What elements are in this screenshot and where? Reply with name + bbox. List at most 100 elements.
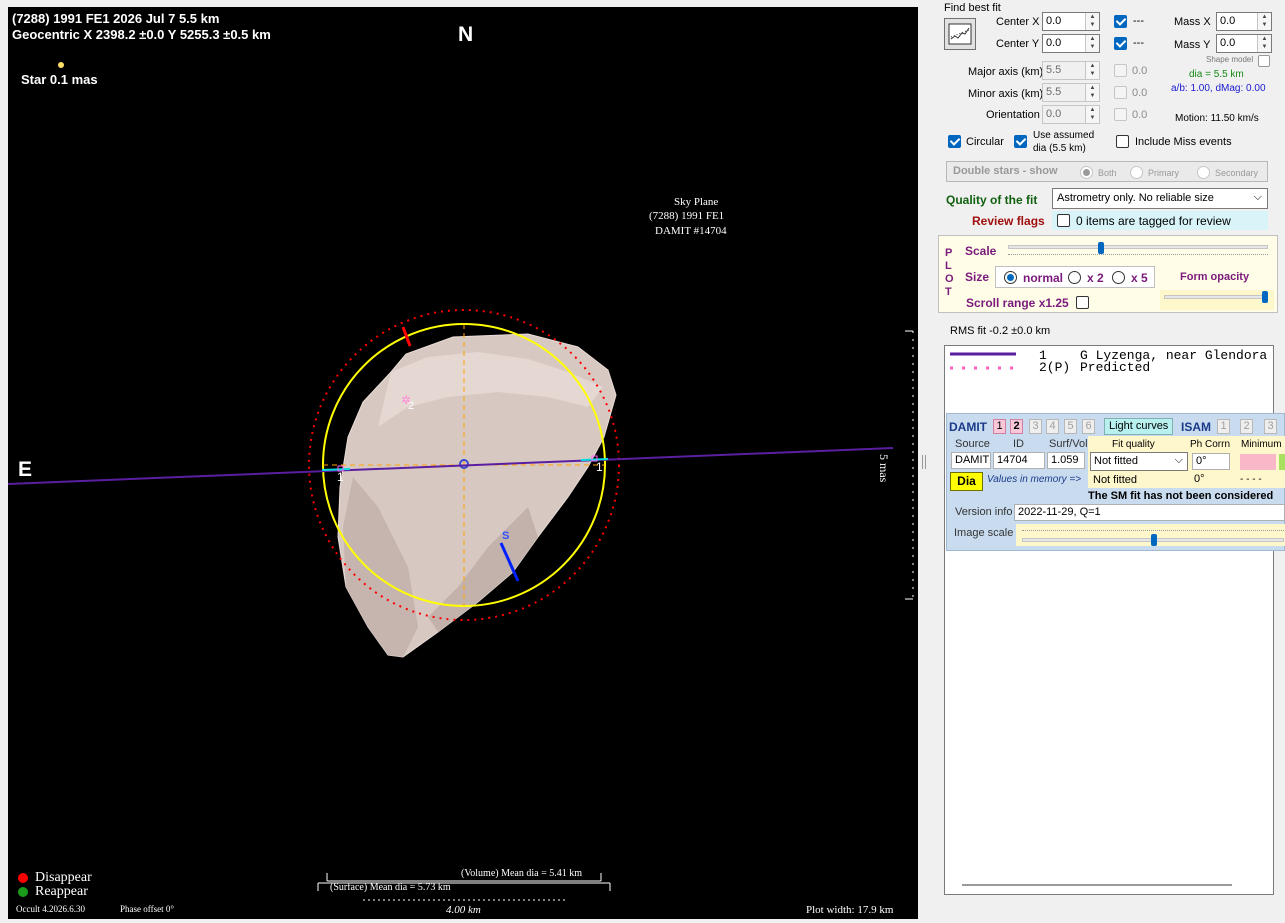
size-normal-label: normal <box>1023 271 1064 285</box>
review-flags-checkbox[interactable] <box>1057 214 1070 227</box>
form-opacity-thumb[interactable] <box>1262 291 1268 303</box>
center-x-label: Center X <box>996 16 1040 28</box>
major-axis-label: Major axis (km) <box>968 66 1044 78</box>
mass-x-input[interactable]: 0.0 ▲ ▼ <box>1216 12 1272 31</box>
spinner-arrows-icon[interactable]: ▲ ▼ <box>1085 106 1099 123</box>
quality-select[interactable]: Astrometry only. No reliable size ⌵ <box>1052 188 1268 209</box>
secondary-label: Secondary <box>1215 168 1259 178</box>
scale-ticks <box>1008 254 1268 258</box>
minor-axis-checkbox[interactable] <box>1114 86 1127 99</box>
major-axis-input[interactable]: 5.5 ▲ ▼ <box>1042 61 1100 80</box>
scale-slider[interactable] <box>1008 245 1268 249</box>
spinner-arrows-icon[interactable]: ▲ ▼ <box>1085 84 1099 101</box>
plot-title-line1: (7288) 1991 FE1 2026 Jul 7 5.5 km <box>12 11 220 26</box>
both-radio[interactable] <box>1080 166 1093 179</box>
image-scale-label: Image scale <box>954 527 1014 539</box>
source-header: Source <box>955 438 990 450</box>
damit-tab-6[interactable]: 6 <box>1082 419 1095 434</box>
isam-tab-1[interactable]: 1 <box>1217 419 1230 434</box>
version-info-value: 2022-11-29, Q=1 <box>1014 504 1285 521</box>
motion-text: Motion: 11.50 km/s <box>1175 113 1259 124</box>
memory-min-value: - - - - <box>1240 474 1262 485</box>
minor-axis-input[interactable]: 5.5 ▲ ▼ <box>1042 83 1100 102</box>
damit-tab-1[interactable]: 1 <box>993 419 1006 434</box>
center-y-uncert: --- <box>1133 37 1144 49</box>
chevron-down-icon: ⌵ <box>1174 454 1183 466</box>
chord-label-east: 1 <box>596 460 603 474</box>
size-x5-label: x 5 <box>1131 271 1148 285</box>
id-value: 14704 <box>993 452 1045 469</box>
damit-tab-2[interactable]: 2 <box>1010 419 1023 434</box>
use-assumed-checkbox[interactable] <box>1014 135 1027 148</box>
damit-tab-3[interactable]: 3 <box>1029 419 1042 434</box>
center-x-input[interactable]: 0.0 ▲ ▼ <box>1042 12 1100 31</box>
sky-plane-damit: DAMIT #14704 <box>655 225 727 237</box>
primary-label: Primary <box>1148 168 1179 178</box>
image-scale-thumb[interactable] <box>1151 534 1157 546</box>
minor-axis-uncert: 0.0 <box>1132 87 1148 99</box>
review-flags-label: Review flags <box>972 214 1045 228</box>
id-header: ID <box>1013 438 1024 450</box>
damit-tab-5[interactable]: 5 <box>1064 419 1077 434</box>
find-best-fit-button[interactable] <box>944 18 976 50</box>
form-opacity-label: Form opacity <box>1180 271 1250 283</box>
center-x-checkbox[interactable] <box>1114 15 1127 28</box>
center-y-checkbox[interactable] <box>1114 37 1127 50</box>
mass-x-label: Mass X <box>1174 16 1211 28</box>
chord-label-west: 1 <box>337 470 344 484</box>
chord-line-swatch <box>950 352 1016 370</box>
plot-letter-o: O <box>945 273 954 285</box>
scale-slider-thumb[interactable] <box>1098 242 1104 254</box>
volume-dia-label: (Volume) Mean dia = 5.41 km <box>461 868 582 879</box>
ph-corrn-header: Ph Corrn <box>1190 439 1231 450</box>
spinner-arrows-icon[interactable]: ▲ ▼ <box>1085 13 1099 30</box>
orientation-checkbox[interactable] <box>1114 108 1127 121</box>
center-y-input[interactable]: 0.0 ▲ ▼ <box>1042 34 1100 53</box>
spinner-arrows-icon[interactable]: ▲ ▼ <box>1257 35 1271 52</box>
surface-dia-label: (Surface) Mean dia = 5.73 km <box>330 882 451 893</box>
secondary-radio[interactable] <box>1197 166 1210 179</box>
light-curves-button[interactable]: Light curves <box>1104 418 1174 435</box>
include-miss-checkbox[interactable] <box>1116 135 1129 148</box>
shape-model-label: Shape model <box>1206 55 1254 64</box>
ph-corrn-value[interactable]: 0° <box>1192 453 1230 470</box>
size-x2-radio[interactable] <box>1068 271 1081 284</box>
disappear-marker <box>321 468 351 471</box>
spinner-arrows-icon[interactable]: ▲ ▼ <box>1085 35 1099 52</box>
orientation-input[interactable]: 0.0 ▲ ▼ <box>1042 105 1100 124</box>
primary-radio[interactable] <box>1130 166 1143 179</box>
isam-tab-2[interactable]: 2 <box>1240 419 1253 434</box>
chevron-down-icon: ⌵ <box>1253 191 1262 203</box>
plot-title-line2: Geocentric X 2398.2 ±0.0 Y 5255.3 ±0.5 k… <box>12 27 271 42</box>
version-info-label: Version info <box>955 506 1013 518</box>
scroll-range-checkbox[interactable] <box>1076 296 1089 309</box>
rms-fit-text: RMS fit -0.2 ±0.0 km <box>950 325 1051 337</box>
fit-quality-select[interactable]: Not fitted ⌵ <box>1090 452 1188 471</box>
mass-y-input[interactable]: 0.0 ▲ ▼ <box>1216 34 1272 53</box>
sky-plane-plot[interactable]: ✲ (7288) 1991 FE1 2026 Jul 7 5.5 km Geoc… <box>8 7 918 919</box>
dia-button[interactable]: Dia <box>950 472 983 491</box>
isam-tab-3[interactable]: 3 <box>1264 419 1277 434</box>
damit-tab-4[interactable]: 4 <box>1046 419 1059 434</box>
spinner-arrows-icon[interactable]: ▲ ▼ <box>1085 62 1099 79</box>
shape-model-checkbox[interactable] <box>1258 55 1270 67</box>
phase-offset-label: Phase offset 0° <box>120 904 174 914</box>
scale-label: Scale <box>965 244 997 258</box>
fit-quality-header: Fit quality <box>1112 439 1155 450</box>
spinner-arrows-icon[interactable]: ▲ ▼ <box>1257 13 1271 30</box>
size-x5-radio[interactable] <box>1112 271 1125 284</box>
circular-checkbox[interactable] <box>948 135 961 148</box>
reappear-marker <box>580 458 609 461</box>
km-scale-label: 4.00 km <box>446 904 481 916</box>
sm-fit-note: The SM fit has not been considered <box>1088 490 1274 502</box>
dia-text: dia = 5.5 km <box>1189 69 1244 80</box>
version-label: Occult 4.2026.6.30 <box>16 904 85 914</box>
listbox-hscrollbar[interactable] <box>962 884 1232 886</box>
form-opacity-slider[interactable] <box>1164 295 1268 299</box>
major-axis-checkbox[interactable] <box>1114 64 1127 77</box>
list-line2-num: 2(P) <box>1039 360 1071 375</box>
minimum-header: Minimum <box>1241 439 1282 450</box>
size-normal-radio[interactable] <box>1004 271 1017 284</box>
image-scale-ticks <box>1022 530 1284 533</box>
splitter-grip[interactable] <box>922 455 926 469</box>
